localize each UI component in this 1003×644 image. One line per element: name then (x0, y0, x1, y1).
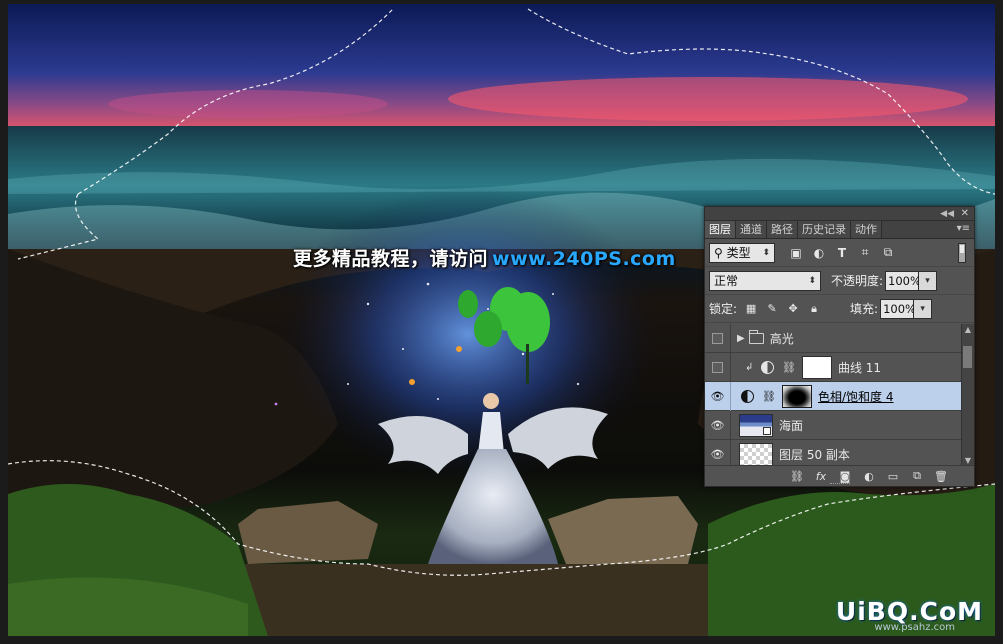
layer-mask-thumbnail[interactable] (781, 384, 812, 408)
new-group-icon[interactable]: ▭ (886, 470, 900, 483)
eye-icon[interactable]: 👁︎ (705, 439, 731, 467)
layers-scrollbar[interactable]: ▲ ▼ (961, 324, 974, 467)
layer-filter-row: ⚲ 类型 ⬍ ▣ ◐ T ⌗ ⧉ (705, 239, 974, 267)
blend-mode-select[interactable]: 正常 ⬍ (709, 270, 821, 291)
layer-name: 图层 50 副本 (779, 447, 850, 462)
disclosure-triangle-icon[interactable]: ▶ (737, 333, 745, 344)
resize-grip[interactable] (829, 483, 850, 486)
tab-actions[interactable]: 动作 (851, 221, 882, 238)
trash-icon[interactable]: 🗑︎ (934, 470, 948, 483)
add-mask-icon[interactable]: ◙ (838, 470, 852, 483)
link-chain-icon[interactable]: ⛓︎ (782, 361, 796, 374)
adjustment-layer-icon (761, 360, 774, 374)
layer-mask-thumbnail[interactable] (801, 355, 832, 379)
panel-menu-icon[interactable]: ▾≡ (957, 223, 970, 234)
panel-footer: ⛓︎ fx ◙ ◐ ▭ ⧉ 🗑︎ (705, 465, 974, 486)
filter-toggle[interactable] (958, 243, 966, 263)
eye-icon[interactable]: 👁︎ (705, 381, 731, 411)
layer-thumbnail (739, 413, 773, 437)
fill-input[interactable]: 100% (880, 298, 916, 319)
tab-paths[interactable]: 路径 (767, 221, 798, 238)
smart-object-badge-icon (763, 426, 771, 435)
visibility-toggle[interactable] (705, 324, 731, 353)
opacity-dropdown[interactable]: ▾ (919, 270, 938, 291)
watermark-text: 更多精品教程，请访问 www.240PS.com (293, 244, 676, 274)
scroll-thumb[interactable] (963, 346, 972, 368)
collapse-icon[interactable]: ◀◀ (940, 207, 954, 221)
watermark-site: www.240PS.com (492, 248, 676, 270)
layer-name: 曲线 11 (837, 360, 882, 375)
adjustment-filter-icon[interactable]: ◐ (812, 246, 826, 260)
clip-arrow-icon: ↲ (745, 361, 754, 373)
link-layers-icon[interactable]: ⛓︎ (790, 470, 804, 483)
fill-dropdown[interactable]: ▾ (914, 298, 933, 319)
layer-name: 色相/饱和度 4 (817, 389, 894, 404)
opacity-input[interactable]: 100% (885, 270, 921, 291)
fx-icon[interactable]: fx (814, 470, 828, 483)
watermark-label: 更多精品教程，请访问 (293, 248, 489, 270)
type-filter-icon[interactable]: T (835, 246, 849, 260)
shape-filter-icon[interactable]: ⌗ (858, 245, 872, 259)
new-layer-icon[interactable]: ⧉ (910, 469, 924, 483)
filter-kind-label: 类型 (726, 246, 751, 260)
lock-pixels-icon[interactable]: ✎ (766, 302, 778, 315)
tab-layers[interactable]: 图层 (705, 221, 736, 238)
layer-row[interactable]: 👁︎ 图层 50 副本 (705, 439, 963, 467)
panel-tabs: 图层 通道 路径 历史记录 动作 ▾≡ (705, 221, 974, 239)
smart-object-filter-icon[interactable]: ⧉ (881, 245, 895, 259)
layers-list: ▶ 高光 ↲ ⛓︎ 曲线 11 👁︎ ⛓︎ 色相/饱和度 4 👁︎ 海面 👁︎ (705, 324, 963, 467)
lock-all-icon[interactable]: 🔒︎ (808, 302, 820, 315)
layer-name: 高光 (769, 331, 794, 346)
chevron-down-icon: ⬍ (808, 275, 816, 286)
opacity-label: 不透明度: (831, 274, 884, 288)
tab-channels[interactable]: 通道 (736, 221, 767, 238)
new-adjustment-icon[interactable]: ◐ (862, 470, 876, 483)
chevron-down-icon: ⬍ (762, 247, 770, 258)
visibility-toggle[interactable] (705, 352, 731, 382)
layer-row[interactable]: 👁︎ 海面 (705, 410, 963, 440)
lock-position-icon[interactable]: ✥ (787, 302, 799, 315)
layer-row[interactable]: ▶ 高光 (705, 324, 963, 353)
filter-kind-select[interactable]: ⚲ 类型 ⬍ (709, 242, 775, 263)
panel-titlebar[interactable]: ◀◀ ✕ (705, 207, 974, 221)
layer-row-selected[interactable]: 👁︎ ⛓︎ 色相/饱和度 4 (705, 381, 963, 411)
image-filter-icon[interactable]: ▣ (789, 246, 803, 260)
fill-label: 填充: (850, 302, 879, 316)
scroll-up-icon[interactable]: ▲ (962, 324, 974, 336)
layer-row[interactable]: ↲ ⛓︎ 曲线 11 (705, 352, 963, 382)
lock-row: 锁定: ▦ ✎ ✥ 🔒︎ 填充: 100% ▾ (705, 295, 974, 323)
blend-row: 正常 ⬍ 不透明度: 100% ▾ (705, 267, 974, 295)
eye-icon[interactable]: 👁︎ (705, 410, 731, 440)
tab-history[interactable]: 历史记录 (798, 221, 851, 238)
layer-thumbnail (739, 442, 773, 466)
layers-panel: ◀◀ ✕ 图层 通道 路径 历史记录 动作 ▾≡ ⚲ 类型 ⬍ ▣ ◐ T ⌗ ⧉… (704, 206, 975, 487)
blend-mode-label: 正常 (714, 274, 739, 288)
layer-name: 海面 (779, 418, 804, 433)
folder-icon (748, 329, 764, 344)
link-chain-icon[interactable]: ⛓︎ (762, 390, 776, 403)
lock-transparent-icon[interactable]: ▦ (745, 302, 757, 315)
adjustment-layer-icon (741, 389, 754, 403)
close-icon[interactable]: ✕ (961, 207, 969, 221)
search-icon: ⚲ (714, 246, 723, 260)
corner-logo-sub: www.psahz.com (874, 622, 955, 633)
lock-label: 锁定: (709, 302, 738, 316)
